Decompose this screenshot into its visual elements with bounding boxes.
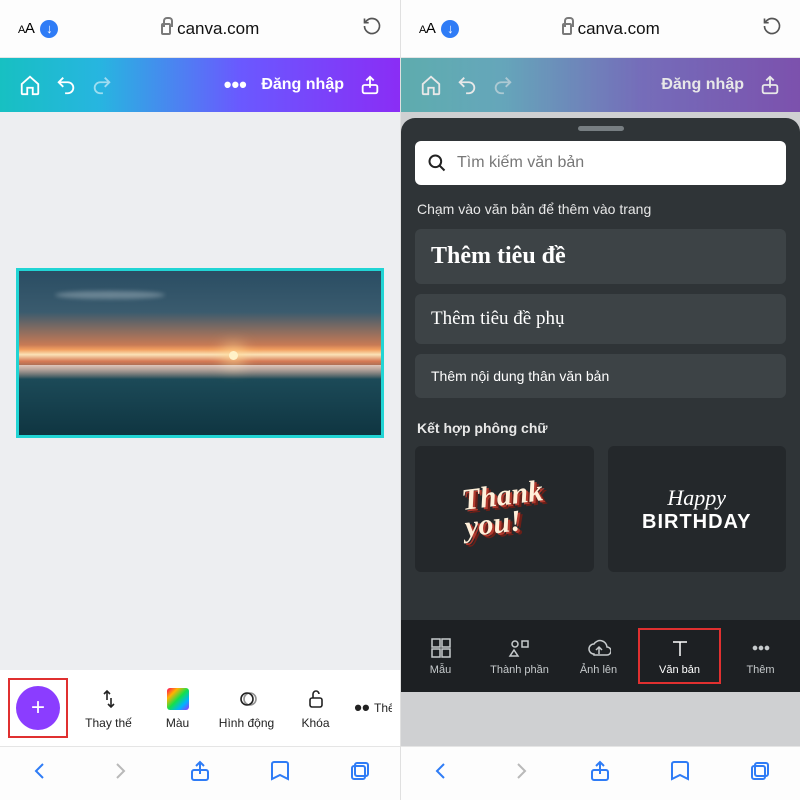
combo-thank-you[interactable]: Thankyou!	[415, 446, 594, 572]
redo-button[interactable]	[84, 67, 120, 103]
safari-bottom-nav	[401, 746, 800, 800]
tab-text[interactable]: Văn bản	[638, 628, 721, 684]
font-combinations: Thankyou! Happy BIRTHDAY	[401, 446, 800, 620]
bookmarks-button[interactable]	[668, 759, 692, 788]
text-size-control[interactable]: AA	[419, 20, 435, 37]
download-indicator-icon[interactable]: ↓	[441, 20, 459, 38]
panel-category-bar: Mẫu Thành phần Ảnh lên Văn bản Thêm	[401, 620, 800, 692]
search-icon	[427, 153, 447, 173]
color-button[interactable]: Màu	[143, 686, 212, 730]
safari-bottom-nav	[0, 746, 400, 800]
reload-button[interactable]	[362, 16, 382, 41]
login-button[interactable]: Đăng nhập	[261, 76, 344, 94]
sunset-photo	[19, 271, 381, 435]
add-body-text-button[interactable]: Thêm nội dung thân văn bản	[415, 354, 786, 398]
lock-icon	[161, 23, 171, 35]
tabs-button[interactable]	[748, 759, 772, 788]
url-display[interactable]: canva.com	[58, 19, 362, 39]
more-menu-button[interactable]: •••	[217, 67, 253, 103]
animate-button[interactable]: Hình động	[212, 686, 281, 730]
share-button[interactable]	[352, 67, 388, 103]
home-button[interactable]	[12, 67, 48, 103]
bookmarks-button[interactable]	[268, 759, 292, 788]
undo-button	[449, 67, 485, 103]
home-button	[413, 67, 449, 103]
highlight-add-button: +	[8, 678, 68, 738]
combo-happy-birthday[interactable]: Happy BIRTHDAY	[608, 446, 787, 572]
reload-button[interactable]	[762, 16, 782, 41]
more-dots[interactable]: ••	[350, 695, 374, 721]
selected-image[interactable]	[16, 268, 384, 438]
screen-left-editor: AA ↓ canva.com ••• Đăng nhập +	[0, 0, 400, 800]
cut-off-label: Thê	[374, 701, 392, 715]
redo-button	[485, 67, 521, 103]
login-button: Đăng nhập	[661, 76, 744, 94]
share-safari-button[interactable]	[188, 759, 212, 788]
font-combo-label: Kết hợp phông chữ	[417, 420, 784, 436]
tap-hint: Chạm vào văn bản để thêm vào trang	[417, 201, 784, 217]
tab-more[interactable]: Thêm	[721, 630, 800, 682]
screen-right-text-panel: AA ↓ canva.com Đăng nhập Tìm kiếm văn bả…	[400, 0, 800, 800]
forward-button	[509, 759, 533, 788]
sheet-grabber[interactable]	[578, 126, 624, 131]
safari-address-bar: AA ↓ canva.com	[0, 0, 400, 58]
canva-toolbar: ••• Đăng nhập	[0, 58, 400, 112]
text-size-control[interactable]: AA	[18, 20, 34, 37]
add-button[interactable]: +	[16, 686, 60, 730]
lock-icon	[562, 23, 572, 35]
download-indicator-icon[interactable]: ↓	[40, 20, 58, 38]
tab-elements[interactable]: Thành phần	[480, 630, 559, 682]
forward-button	[108, 759, 132, 788]
replace-button[interactable]: Thay thế	[74, 686, 143, 730]
search-text-input[interactable]: Tìm kiếm văn bản	[415, 141, 786, 185]
canvas-area-covered: Tìm kiếm văn bản Chạm vào văn bản để thê…	[401, 112, 800, 746]
tab-uploads[interactable]: Ảnh lên	[559, 630, 638, 682]
bottom-edit-bar: + Thay thế Màu Hình động Khóa •• Thê	[0, 670, 400, 746]
back-button[interactable]	[28, 759, 52, 788]
url-display[interactable]: canva.com	[459, 19, 762, 39]
back-button[interactable]	[429, 759, 453, 788]
undo-button[interactable]	[48, 67, 84, 103]
add-heading-button[interactable]: Thêm tiêu đề	[415, 229, 786, 284]
tab-templates[interactable]: Mẫu	[401, 630, 480, 682]
safari-address-bar: AA ↓ canva.com	[401, 0, 800, 58]
rainbow-icon	[167, 688, 189, 710]
share-button	[752, 67, 788, 103]
add-subheading-button[interactable]: Thêm tiêu đề phụ	[415, 294, 786, 344]
share-safari-button[interactable]	[588, 759, 612, 788]
canvas-area[interactable]	[0, 112, 400, 670]
text-panel-sheet: Tìm kiếm văn bản Chạm vào văn bản để thê…	[401, 118, 800, 692]
tabs-button[interactable]	[348, 759, 372, 788]
lock-button[interactable]: Khóa	[281, 686, 350, 730]
canva-toolbar-dimmed: Đăng nhập	[401, 58, 800, 112]
